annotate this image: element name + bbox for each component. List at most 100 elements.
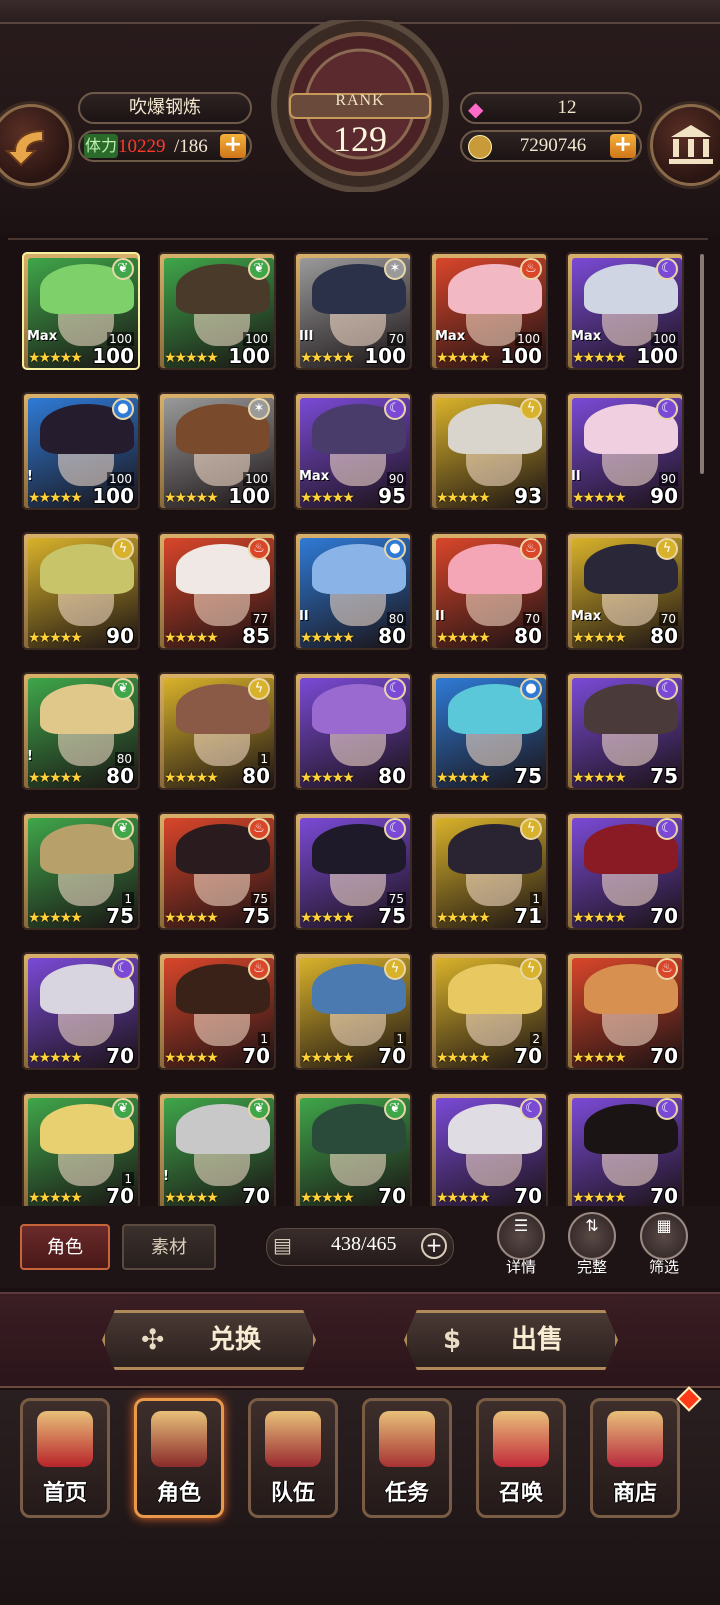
rarity-stars: ★★★★★ <box>164 770 219 786</box>
character-card[interactable]: ☾ ★★★★★ 70 <box>566 812 684 930</box>
filter-label: 筛选 <box>648 1258 679 1276</box>
rarity-stars: ★★★★★ <box>300 630 355 646</box>
character-card[interactable]: ❦ ★★★★★ 70! <box>158 1092 276 1206</box>
character-card[interactable]: ϟ ★★★★★ 93 <box>430 392 548 510</box>
character-card[interactable]: ϟ ★★★★★ 80 70 Max <box>566 532 684 650</box>
character-card[interactable]: ☾ ★★★★★ 100 100 Max <box>566 252 684 370</box>
nav-label: 商店 <box>612 1481 657 1506</box>
sort-icon: ⇅ <box>585 1216 599 1235</box>
moon-element-icon: ☾ <box>384 398 406 420</box>
moon-element-icon: ☾ <box>656 398 678 420</box>
character-card[interactable]: ☾ ★★★★★ 95 90 Max <box>294 392 412 510</box>
thunder-element-icon: ϟ <box>520 398 542 420</box>
character-level: 100 <box>228 484 270 508</box>
character-card[interactable]: ❦ ★★★★★ 75 1 <box>22 812 140 930</box>
awaken-tag: Max <box>299 469 330 484</box>
water-element-icon: ● <box>112 398 134 420</box>
character-grid: ❦ ★★★★★ 100 100 Max ❦ ★★★★★ 100 100 ✶ ★★★★★ 100 70 II… <box>8 238 708 1206</box>
character-card[interactable]: ● ★★★★★ 100 100! <box>22 392 140 510</box>
character-card[interactable]: ♨ ★★★★★ 85 77 <box>158 532 276 650</box>
exchange-label: 兑换 <box>209 1325 262 1355</box>
nav-home-banner-button[interactable]: 首页 <box>20 1398 110 1518</box>
character-level: 70 <box>106 1184 134 1206</box>
awaken-tag: ! <box>163 1169 169 1184</box>
character-card[interactable]: ☾ ★★★★★ 80 <box>294 672 412 790</box>
fire-element-icon: ♨ <box>656 958 678 980</box>
water-element-icon: ● <box>520 678 542 700</box>
character-card[interactable]: ✶ ★★★★★ 100 70 III <box>294 252 412 370</box>
level-cap: 1 <box>258 752 270 766</box>
awaken-tag: Max <box>27 329 58 344</box>
character-card[interactable]: ☾ ★★★★★ 70 <box>22 952 140 1070</box>
character-level: 70 <box>650 1184 678 1206</box>
temple-icon <box>669 125 713 164</box>
awaken-tag: II <box>435 609 445 624</box>
character-tab-label: 角色 <box>47 1237 83 1258</box>
character-card[interactable]: ♨ ★★★★★ 80 70 II <box>430 532 548 650</box>
rarity-stars: ★★★★★ <box>164 1050 219 1066</box>
character-card[interactable]: ☾ ★★★★★ 70 <box>430 1092 548 1206</box>
character-card[interactable]: ❦ ★★★★★ 100 100 Max <box>22 252 140 370</box>
character-card[interactable]: ♨ ★★★★★ 70 1 <box>158 952 276 1070</box>
character-card[interactable]: ❦ ★★★★★ 70 1 <box>22 1092 140 1206</box>
sell-label: 出售 <box>511 1325 564 1355</box>
character-card[interactable]: ♨ ★★★★★ 70 <box>566 952 684 1070</box>
character-card[interactable]: ❦ ★★★★★ 70 <box>294 1092 412 1206</box>
nav-character-button[interactable]: 角色 <box>134 1398 224 1518</box>
character-card[interactable]: ● ★★★★★ 80 80 II <box>294 532 412 650</box>
character-level: 100 <box>92 484 134 508</box>
nav-shop-gem-button[interactable]: 商店 <box>590 1398 680 1518</box>
character-card[interactable]: ϟ ★★★★★ 70 2 <box>430 952 548 1070</box>
character-card[interactable]: ϟ ★★★★★ 71 1 <box>430 812 548 930</box>
character-card[interactable]: ❦ ★★★★★ 100 100 <box>158 252 276 370</box>
character-card[interactable]: ♨ ★★★★★ 100 100 Max <box>430 252 548 370</box>
add-gold-button[interactable]: + <box>610 134 636 158</box>
rarity-stars: ★★★★★ <box>300 1190 355 1206</box>
grid-scrollbar[interactable] <box>700 254 704 474</box>
thunder-element-icon: ϟ <box>656 538 678 560</box>
card-count: 438/465 <box>331 1233 397 1255</box>
header-bar: 吹爆钢炼 体力 10229 /186 + RANK 129 ◆ 12 72907… <box>0 0 720 235</box>
character-card[interactable]: ☾ ★★★★★ 70 <box>566 1092 684 1206</box>
tab-material[interactable]: 素材 <box>122 1224 216 1270</box>
nav-team-button[interactable]: 队伍 <box>248 1398 338 1518</box>
back-button[interactable] <box>0 104 72 186</box>
rank-value: 129 <box>333 119 387 159</box>
nav-summon-card-button[interactable]: 召唤 <box>476 1398 566 1518</box>
rarity-stars: ★★★★★ <box>436 630 491 646</box>
character-card[interactable]: ✶ ★★★★★ 100 100 <box>158 392 276 510</box>
add-stamina-button[interactable]: + <box>220 134 246 158</box>
character-card[interactable]: ϟ ★★★★★ 80 1 <box>158 672 276 790</box>
character-level: 80 <box>378 624 406 648</box>
character-card[interactable]: ϟ ★★★★★ 90 <box>22 532 140 650</box>
rarity-stars: ★★★★★ <box>164 1190 219 1206</box>
rarity-stars: ★★★★★ <box>28 630 83 646</box>
museum-button[interactable] <box>650 104 720 186</box>
character-card[interactable]: ● ★★★★★ 75 <box>430 672 548 790</box>
character-card[interactable]: ❦ ★★★★★ 80 80! <box>22 672 140 790</box>
rarity-stars: ★★★★★ <box>300 910 355 926</box>
tab-character[interactable]: 角色 <box>20 1224 110 1270</box>
sell-button[interactable]: $ 出售 <box>404 1310 618 1370</box>
level-cap: 1 <box>394 1032 406 1046</box>
awaken-tag: ! <box>27 469 33 484</box>
shop-notification-badge <box>676 1386 702 1412</box>
gem-counter: ◆ 12 <box>460 92 642 124</box>
character-card[interactable]: ☾ ★★★★★ 90 90 II <box>566 392 684 510</box>
character-card[interactable]: ♨ ★★★★★ 75 75 <box>158 812 276 930</box>
nav-label: 队伍 <box>270 1481 315 1506</box>
filter-button[interactable]: ▦ <box>640 1212 688 1260</box>
expand-capacity-button[interactable]: + <box>421 1233 447 1259</box>
detail-button[interactable]: ☰ <box>497 1212 545 1260</box>
nav-label: 首页 <box>42 1481 87 1506</box>
leaf-element-icon: ❦ <box>248 258 270 280</box>
exchange-button[interactable]: ✣ 兑换 <box>102 1310 316 1370</box>
nav-quest-book-button[interactable]: 任务 <box>362 1398 452 1518</box>
character-card[interactable]: ☾ ★★★★★ 75 <box>566 672 684 790</box>
character-level: 100 <box>636 344 678 368</box>
complete-button[interactable]: ⇅ <box>568 1212 616 1260</box>
rarity-stars: ★★★★★ <box>572 910 627 926</box>
character-card[interactable]: ☾ ★★★★★ 75 75 <box>294 812 412 930</box>
character-card[interactable]: ϟ ★★★★★ 70 1 <box>294 952 412 1070</box>
rarity-stars: ★★★★★ <box>436 1190 491 1206</box>
